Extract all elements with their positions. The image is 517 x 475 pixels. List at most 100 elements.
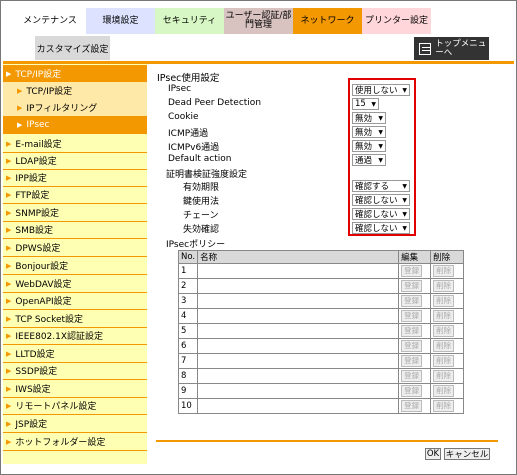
sidebar-item-14[interactable]: ▶ TCP Socket設定 (3, 310, 147, 327)
main-tabs: メンテナンス 環境設定 セキュリティ ユーザー認証/部門管理 ネットワーク プリンター設定 (14, 8, 431, 34)
row-name (197, 383, 400, 399)
arrow-icon: ▶ (6, 296, 12, 305)
sidebar-item-20[interactable]: ▶ JSP設定 (3, 415, 147, 432)
arrow-icon: ▶ (17, 86, 23, 95)
table-row: 7 登録 削除 (177, 353, 465, 369)
sidebar-item-10[interactable]: ▶ DPWS設定 (3, 239, 147, 256)
menu-icon (419, 42, 432, 55)
row-number: 1 (177, 263, 199, 279)
arrow-icon: ▶ (6, 261, 12, 270)
sidebar-item-label: WebDAV設定 (15, 280, 72, 290)
row-name (197, 278, 400, 294)
register-button[interactable]: 登録 (401, 355, 423, 367)
policy-table: No. 名称 編集 削除 1 登録 削除 2 登録 削除 3 登録 削除 4 登録 削除 5 登録 削除 6 登… (177, 250, 465, 414)
delete-button[interactable]: 削除 (433, 385, 455, 397)
sidebar-item-label: IEEE802.1X認証設定 (15, 332, 104, 342)
row-number: 6 (177, 338, 199, 354)
sidebar-item-label: LDAP設定 (15, 157, 57, 167)
tab-0[interactable]: メンテナンス (14, 8, 86, 34)
field-label: ICMP通過 (168, 129, 209, 139)
delete-button[interactable]: 削除 (433, 265, 455, 277)
register-button[interactable]: 登録 (401, 400, 423, 412)
field-label: Default action (168, 154, 232, 164)
sidebar-item-7[interactable]: ▶ FTP設定 (3, 186, 147, 203)
table-row: 2 登録 削除 (177, 278, 465, 294)
tab-5[interactable]: プリンター設定 (362, 8, 431, 34)
sidebar-divider (3, 133, 147, 134)
register-button[interactable]: 登録 (401, 265, 423, 277)
sidebar-item-8[interactable]: ▶ SNMP設定 (3, 204, 147, 221)
tab-1[interactable]: 環境設定 (86, 8, 155, 34)
sidebar-item-2[interactable]: ▶ IPフィルタリング (3, 99, 147, 116)
cancel-button[interactable]: キャンセル (444, 448, 490, 460)
field-label: Dead Peer Detection (168, 98, 262, 108)
row-number: 2 (177, 278, 199, 294)
sidebar-item-label: IWS設定 (15, 385, 51, 395)
sidebar-item-15[interactable]: ▶ IEEE802.1X認証設定 (3, 327, 147, 344)
col-no: No. (177, 250, 199, 264)
row-number: 8 (177, 368, 199, 384)
ok-button[interactable]: OK (425, 448, 441, 460)
sidebar-item-0[interactable]: ▶ TCP/IP設定 (3, 65, 147, 82)
sidebar-item-5[interactable]: ▶ LDAP設定 (3, 152, 147, 169)
sidebar-item-label: LLTD設定 (15, 350, 55, 360)
register-button[interactable]: 登録 (401, 325, 423, 337)
arrow-icon: ▶ (6, 208, 12, 217)
divider (156, 440, 498, 442)
table-row: 4 登録 削除 (177, 308, 465, 324)
row-number: 9 (177, 383, 199, 399)
sidebar-item-label: TCP/IP設定 (15, 70, 62, 80)
tab-3[interactable]: ユーザー認証/部門管理 (224, 8, 293, 34)
row-number: 4 (177, 308, 199, 324)
sidebar-item-label: ホットフォルダー設定 (15, 438, 106, 448)
sidebar-item-1[interactable]: ▶ TCP/IP設定 (3, 82, 147, 99)
sidebar-item-3[interactable]: ▶ IPsec (3, 116, 147, 133)
sidebar-item-16[interactable]: ▶ LLTD設定 (3, 345, 147, 362)
sidebar-item-label: SMB設定 (15, 226, 54, 236)
delete-button[interactable]: 削除 (433, 370, 455, 382)
tab-2[interactable]: セキュリティ (155, 8, 224, 34)
arrow-icon: ▶ (6, 437, 12, 446)
delete-button[interactable]: 削除 (433, 355, 455, 367)
register-button[interactable]: 登録 (401, 295, 423, 307)
table-row: 10 登録 削除 (177, 398, 465, 414)
sidebar-item-18[interactable]: ▶ IWS設定 (3, 380, 147, 397)
delete-button[interactable]: 削除 (433, 325, 455, 337)
delete-button[interactable]: 削除 (433, 280, 455, 292)
sidebar-item-12[interactable]: ▶ WebDAV設定 (3, 275, 147, 292)
sidebar-item-6[interactable]: ▶ IPP設定 (3, 169, 147, 186)
sidebar-item-label: TCP Socket設定 (15, 315, 84, 325)
field-label: ICMPv6通過 (168, 143, 220, 153)
delete-button[interactable]: 削除 (433, 295, 455, 307)
table-row: 5 登録 削除 (177, 323, 465, 339)
register-button[interactable]: 登録 (401, 340, 423, 352)
sidebar-item-13[interactable]: ▶ OpenAPI設定 (3, 292, 147, 309)
register-button[interactable]: 登録 (401, 280, 423, 292)
tab-customize[interactable]: カスタマイズ設定 (35, 36, 110, 60)
row-name (197, 353, 400, 369)
delete-button[interactable]: 削除 (433, 400, 455, 412)
tab-4[interactable]: ネットワーク (293, 8, 362, 34)
sidebar-item-label: OpenAPI設定 (15, 297, 72, 307)
delete-button[interactable]: 削除 (433, 340, 455, 352)
sidebar-item-label: IPP設定 (15, 174, 47, 184)
col-name: 名称 (197, 250, 400, 264)
sidebar-item-9[interactable]: ▶ SMB設定 (3, 221, 147, 238)
sidebar-item-21[interactable]: ▶ ホットフォルダー設定 (3, 433, 147, 450)
sidebar-item-17[interactable]: ▶ SSDP設定 (3, 362, 147, 379)
delete-button[interactable]: 削除 (433, 310, 455, 322)
row-name (197, 398, 400, 414)
arrow-icon: ▶ (6, 331, 12, 340)
table-row: 1 登録 削除 (177, 263, 465, 279)
sidebar-item-11[interactable]: ▶ Bonjour設定 (3, 257, 147, 274)
col-edit: 編集 (398, 250, 432, 264)
register-button[interactable]: 登録 (401, 385, 423, 397)
register-button[interactable]: 登録 (401, 310, 423, 322)
row-name (197, 323, 400, 339)
sidebar: ▶ TCP/IP設定 ▶ TCP/IP設定 ▶ IPフィルタリング ▶ IPsec ▶ E-mai… (3, 64, 147, 464)
register-button[interactable]: 登録 (401, 370, 423, 382)
sidebar-item-label: E-mail設定 (15, 140, 62, 150)
top-menu-button[interactable]: トップメニューへ (414, 37, 489, 60)
sidebar-item-19[interactable]: ▶ リモートパネル設定 (3, 397, 147, 414)
sidebar-item-4[interactable]: ▶ E-mail設定 (3, 135, 147, 152)
